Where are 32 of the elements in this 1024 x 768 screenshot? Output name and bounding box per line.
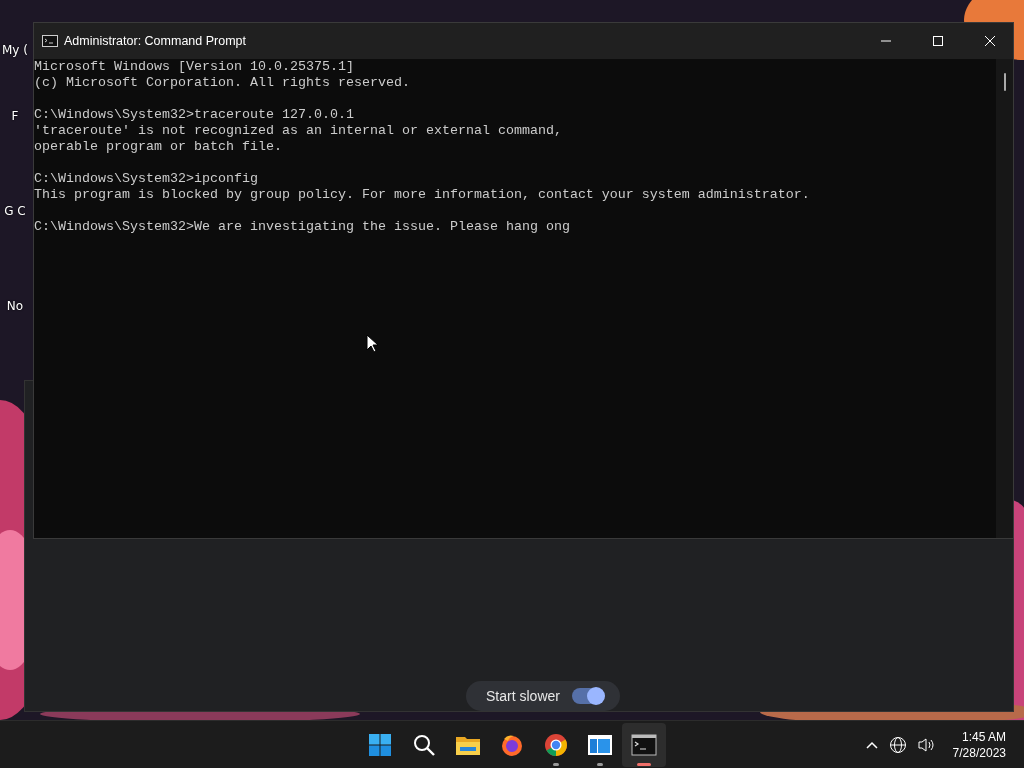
speaker-icon[interactable] [916,737,935,753]
desktop-icon-label[interactable]: My ( [0,44,30,57]
chrome-icon [544,733,568,757]
console-line: 'traceroute' is not recognized as an internal or external command, [34,123,563,139]
console-line: Microsoft Windows [Version 10.0.25375.1] [34,59,355,75]
console-line: C:\Windows\System32>We are investigating the issue. Please hang ong [34,219,571,235]
desktop-icon-label[interactable]: No [0,300,30,313]
toggle-label: Start slower [486,688,560,704]
scrollbar-thumb[interactable] [1003,73,1006,91]
windows-logo-icon [368,733,392,757]
window-icon [587,733,613,757]
console-line: operable program or batch file. [34,139,283,155]
clock-time[interactable]: 1:45 AM [961,729,1006,745]
mouse-pointer-icon [366,334,378,353]
close-icon [984,35,996,47]
taskbar-app-button[interactable] [622,723,666,767]
desktop-icon-label[interactable]: F [0,110,30,123]
console-line: This program is blocked by group policy. For more information, contact your system administrator. [34,187,811,203]
terminal-icon [631,734,657,756]
firefox-icon [500,733,524,757]
window-title: Administrator: Command Prompt [64,34,247,48]
toggle-switch[interactable] [571,688,604,704]
search-icon [412,733,436,757]
globe-icon[interactable] [888,736,907,754]
console-line: (c) Microsoft Corporation. All rights reserved. [34,75,411,91]
console-line: C:\Windows\System32>ipconfig [34,171,259,187]
console-line: C:\Windows\System32>traceroute 127.0.0.1 [34,107,355,123]
console-app-icon [42,35,58,47]
maximize-icon [932,35,944,47]
chevron-up-icon[interactable] [864,740,879,750]
clock-date[interactable]: 7/28/2023 [952,745,1006,761]
desktop-icon-label[interactable]: G C [0,205,30,218]
